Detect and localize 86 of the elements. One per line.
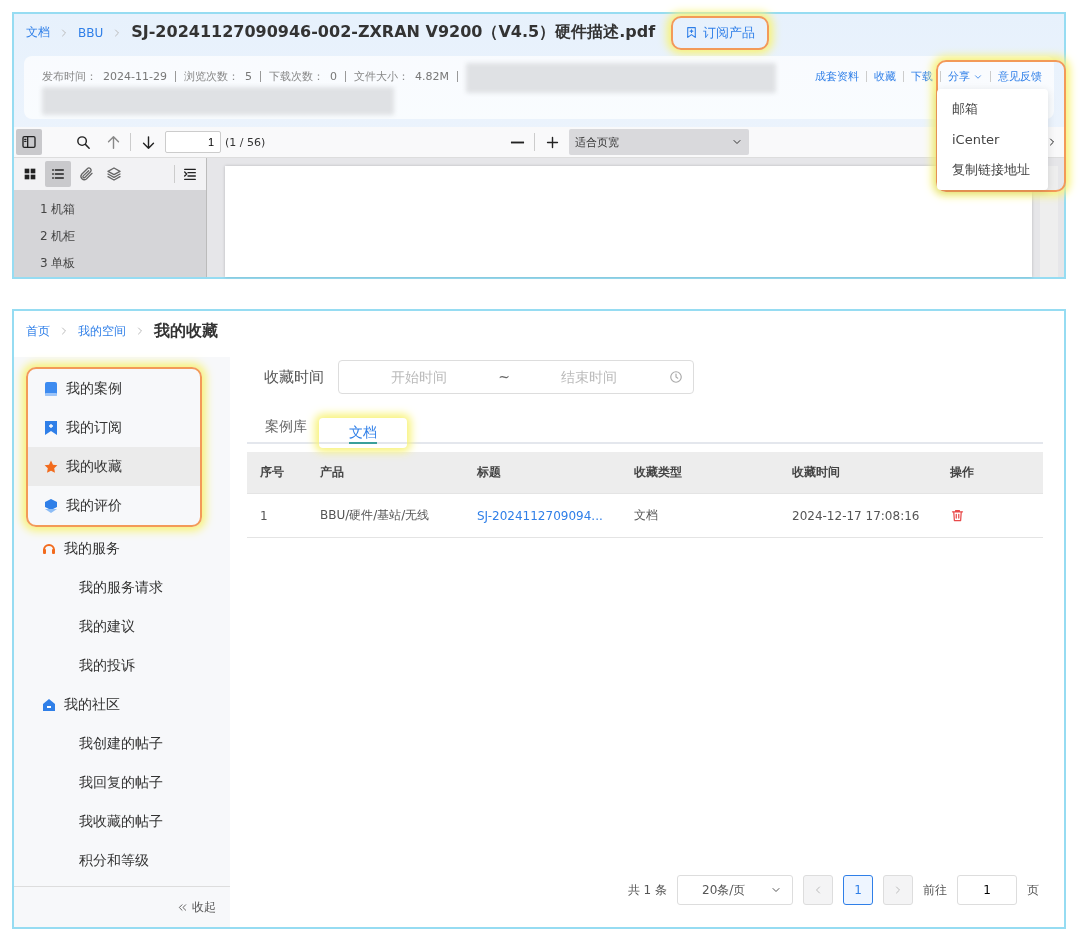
goto-label: 前往 <box>923 881 947 899</box>
share-menu-button[interactable]: 分享 <box>948 69 983 85</box>
column-header: 收藏时间 <box>792 464 841 481</box>
menu-item[interactable]: 邮箱 <box>937 93 1048 126</box>
meta-label: 文件大小： <box>353 68 409 84</box>
breadcrumb-link[interactable]: 首页 <box>26 322 50 340</box>
sidebar-icon <box>21 134 37 150</box>
collapse-button[interactable]: 收起 <box>171 897 222 917</box>
goto-page-field[interactable]: 1 <box>957 875 1017 905</box>
sidebar-item[interactable]: 我的案例 <box>28 369 200 408</box>
sidebar-item[interactable]: 我的投诉 <box>14 646 230 685</box>
grid-icon <box>22 166 38 182</box>
outline-icon <box>182 166 198 182</box>
subscribe-button[interactable]: 订阅产品 <box>671 15 770 50</box>
home-icon <box>42 697 56 712</box>
table-cell-text: 2024-12-17 17:08:16 <box>792 508 921 523</box>
outline-item[interactable]: 1 机箱 <box>40 196 206 223</box>
table-cell-text: BBU/硬件/基站/无线 <box>320 507 431 524</box>
outline-item[interactable]: 3 单板 <box>40 250 206 277</box>
page-size-select[interactable]: 20条/页 <box>677 875 793 905</box>
meta-label: 下载次数： <box>268 68 324 84</box>
sidebar-item[interactable]: 我的评价 <box>28 486 200 525</box>
action-link[interactable]: 下载 <box>911 69 933 85</box>
column-header: 收藏类型 <box>634 464 683 481</box>
meta-value: 5 <box>244 69 252 83</box>
breadcrumb-link[interactable]: 我的空间 <box>78 322 126 340</box>
sidebar-item[interactable]: 我的收藏 <box>28 447 200 486</box>
list-icon <box>50 166 66 182</box>
sidebar-item[interactable]: 我的订阅 <box>28 408 200 447</box>
table-cell-text: 1 <box>260 508 269 523</box>
filter-label: 收藏时间 <box>264 367 324 387</box>
sidebar-item[interactable]: 我创建的帖子 <box>14 724 230 763</box>
breadcrumb-link[interactable]: BBU <box>78 25 104 40</box>
menu-item[interactable]: iCenter <box>937 125 1048 155</box>
tab[interactable]: 文档 <box>319 418 407 448</box>
total-count: 共 1 条 <box>627 881 667 899</box>
end-date-field[interactable]: 结束时间 <box>509 368 669 386</box>
minus-icon <box>509 140 525 144</box>
sidebar-toggle-button[interactable] <box>16 129 42 155</box>
double-chevron-left-icon <box>177 901 188 913</box>
column-header: 标题 <box>477 464 502 481</box>
meta-value: 2024-11-29 <box>103 69 167 83</box>
book-icon <box>44 381 58 396</box>
sidebar-item[interactable]: 我的建议 <box>14 607 230 646</box>
headset-icon <box>42 541 56 556</box>
page-suffix: 页 <box>1027 881 1039 899</box>
sidebar-item[interactable]: 我的服务请求 <box>14 568 230 607</box>
outline-item[interactable]: 2 机柜 <box>40 223 206 250</box>
sidebar-item[interactable]: 我收藏的帖子 <box>14 802 230 841</box>
menu-item[interactable]: 复制链接地址 <box>937 154 1048 187</box>
paperclip-icon <box>78 166 94 182</box>
column-header: 产品 <box>320 464 345 481</box>
meta-value: 0 <box>329 69 337 83</box>
star-icon <box>44 459 58 474</box>
meta-label: 发布时间： <box>42 68 97 84</box>
zoom-select[interactable]: 适合页宽 <box>569 129 750 155</box>
meta-label: 浏览次数： <box>183 68 239 84</box>
search-icon <box>74 133 92 151</box>
sidebar-item[interactable]: 积分和等级 <box>14 841 230 880</box>
column-header: 序号 <box>260 464 285 481</box>
page-number-field[interactable]: 1 <box>165 131 221 153</box>
bookmark-icon <box>685 26 699 40</box>
sidebar-item[interactable]: 我回复的帖子 <box>14 763 230 802</box>
meta-value: 4.82M <box>414 69 449 83</box>
date-range-picker[interactable]: 开始时间 ~ 结束时间 <box>338 360 694 394</box>
sidebar-item[interactable]: 我的社区 <box>14 685 230 724</box>
range-separator: ~ <box>498 369 510 385</box>
action-link[interactable]: 意见反馈 <box>998 69 1042 85</box>
breadcrumb-link[interactable]: 文档 <box>26 24 50 42</box>
action-link[interactable]: 收藏 <box>874 69 896 85</box>
title-link[interactable]: SJ-2024112709094... <box>477 508 634 523</box>
clock-icon <box>669 370 683 384</box>
layers-icon <box>106 166 122 182</box>
bookmark-icon <box>44 420 58 435</box>
tab[interactable]: 案例库 <box>255 418 317 442</box>
action-link[interactable]: 成套资料 <box>815 69 859 85</box>
sidebar-item[interactable]: 我的服务 <box>14 529 230 568</box>
page-button[interactable]: 1 <box>843 875 873 905</box>
page-title: 我的收藏 <box>154 320 218 342</box>
column-header: 操作 <box>950 464 975 481</box>
document-title: SJ-20241127090946-002-ZXRAN V9200（V4.5）硬件描述.pdf <box>131 22 656 44</box>
page-count: (1 / 56) <box>225 135 266 149</box>
start-date-field[interactable]: 开始时间 <box>339 368 499 386</box>
table-cell-text: 文档 <box>634 507 659 524</box>
badge-icon <box>44 498 58 513</box>
trash-icon[interactable] <box>950 508 965 523</box>
